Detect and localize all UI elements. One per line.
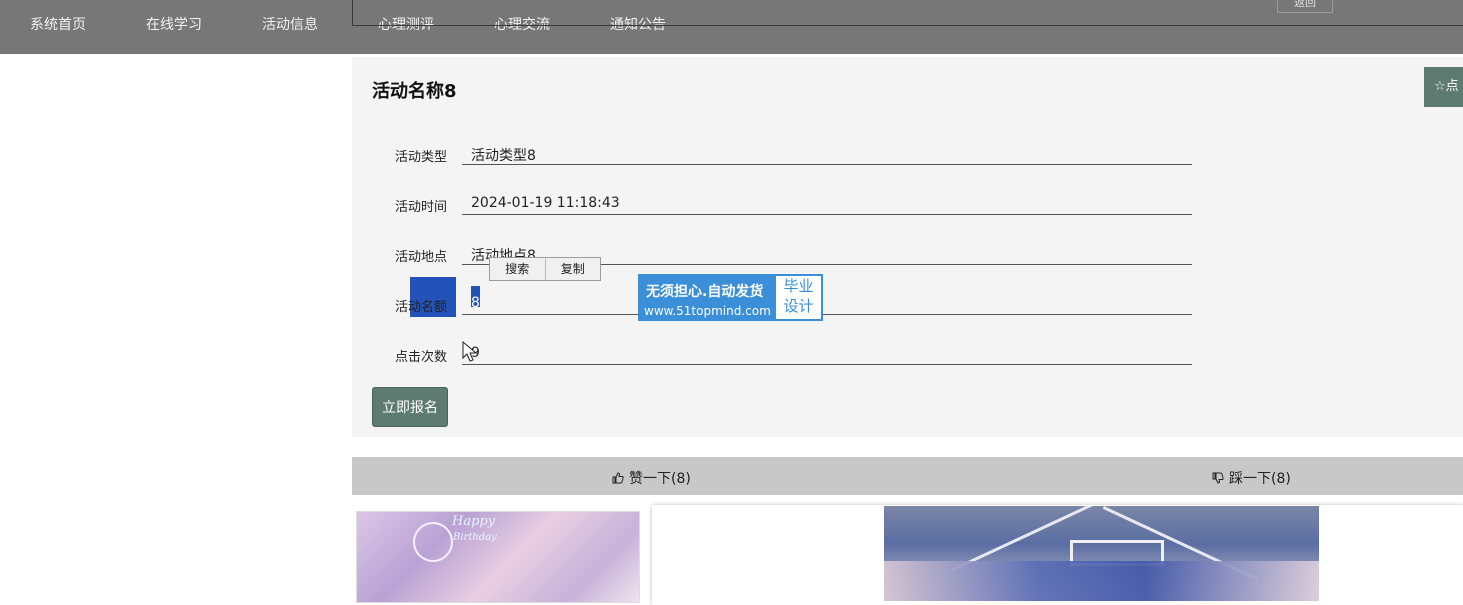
watermark-box: 毕业 设计: [776, 276, 821, 319]
like-button[interactable]: 赞一下(8): [612, 468, 691, 488]
back-button[interactable]: 返回: [1277, 0, 1333, 13]
activity-photo-2[interactable]: [884, 506, 1319, 601]
mouse-cursor-icon: [462, 341, 478, 362]
top-nav: 系统首页 在线学习 活动信息 心理测评 心理交流 通知公告 返回: [0, 0, 1463, 54]
photo-text-happy: Happy: [452, 514, 496, 529]
context-menu-copy[interactable]: 复制: [544, 258, 601, 280]
activity-detail-panel: 活动名称8 ☆点 活动类型 活动类型8 活动时间 2024-01-19 11:1…: [352, 57, 1463, 437]
watermark-badge-bottom: 设计: [783, 297, 814, 315]
dislike-button[interactable]: 踩一下(8): [1212, 468, 1291, 488]
favorite-button[interactable]: ☆点: [1424, 67, 1463, 107]
field-value: 2024-01-19 11:18:43: [471, 195, 620, 211]
field-label: 活动类型: [395, 150, 448, 165]
field-row-time: 活动时间 2024-01-19 11:18:43: [352, 182, 1252, 232]
field-divider: [462, 314, 1192, 315]
field-row-clicks: 点击次数 9: [352, 332, 1252, 382]
like-label: 赞一下(8): [629, 471, 691, 487]
vote-bar: 赞一下(8) 踩一下(8): [352, 457, 1463, 495]
string-lights: [884, 561, 1319, 601]
nav-item-home[interactable]: 系统首页: [30, 14, 86, 34]
context-menu-search[interactable]: 搜索: [490, 258, 545, 280]
photo-text-birthday: Birthday: [453, 532, 497, 543]
page-title: 活动名称8: [372, 81, 457, 102]
signup-button[interactable]: 立即报名: [372, 387, 448, 427]
field-label: 点击次数: [395, 350, 448, 365]
watermark-badge-top: 毕业: [783, 277, 814, 295]
watermark-badge: 无须担心.自动发货 www.51topmind.com 毕业 设计: [638, 274, 823, 321]
field-label: 活动名额: [395, 300, 448, 315]
field-value: 活动类型8: [471, 148, 536, 164]
thumbs-down-icon: [1212, 472, 1224, 484]
field-divider: [462, 214, 1192, 215]
dislike-label: 踩一下(8): [1229, 471, 1291, 487]
nav-item-activities[interactable]: 活动信息: [262, 14, 318, 34]
field-divider: [462, 164, 1192, 165]
thumbs-up-icon: [612, 472, 624, 484]
top-overlay-box: 返回: [352, 0, 1463, 26]
field-value: 8: [471, 295, 480, 311]
field-label: 活动时间: [395, 200, 448, 215]
neon-flower-decoration: [413, 522, 453, 562]
activity-photo-1[interactable]: Happy Birthday: [356, 511, 640, 603]
selection-context-menu: 搜索 复制: [489, 257, 601, 281]
field-label: 活动地点: [395, 250, 448, 265]
field-row-type: 活动类型 活动类型8: [352, 132, 1252, 182]
nav-item-online-study[interactable]: 在线学习: [146, 14, 202, 34]
watermark-line1: 无须担心.自动发货: [646, 284, 764, 300]
field-divider: [462, 364, 1192, 365]
watermark-line2: www.51topmind.com: [644, 304, 771, 318]
